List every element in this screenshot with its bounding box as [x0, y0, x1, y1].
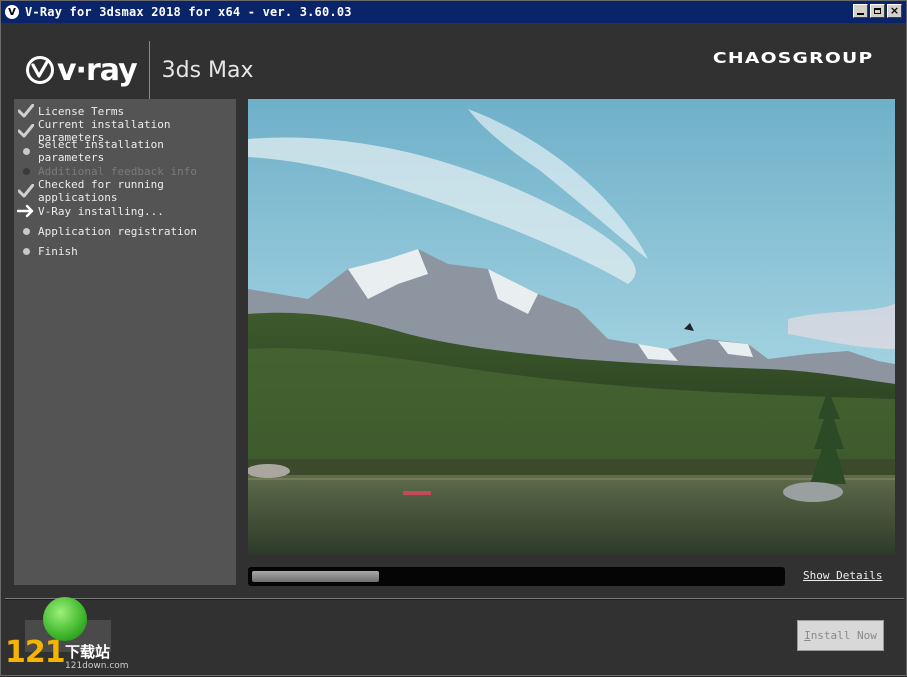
checkmark-icon — [14, 184, 38, 198]
title-bar[interactable]: V V-Ray for 3dsmax 2018 for x64 - ver. 3… — [1, 1, 906, 23]
install-progress-bar — [248, 567, 785, 586]
watermark-number: 121 — [5, 635, 66, 670]
install-label: nstall Now — [810, 629, 877, 642]
installer-window: V V-Ray for 3dsmax 2018 for x64 - ver. 3… — [0, 0, 907, 676]
step-label: Additional feedback info — [38, 164, 197, 178]
close-icon: × — [889, 4, 900, 17]
watermark-url: 121down.com — [65, 661, 129, 671]
install-accelerator: I — [804, 629, 811, 642]
splash-image — [248, 99, 895, 555]
site-watermark: 121 下载站 121down.com — [1, 595, 141, 677]
bullet-icon — [14, 227, 38, 235]
bullet-dot — [22, 167, 30, 175]
bullet-icon — [14, 167, 38, 175]
vray-icon: V — [5, 5, 19, 19]
step-item: V-Ray installing... — [14, 201, 236, 221]
product-name: 3ds Max — [161, 57, 254, 83]
vray-brand-text: v·ray — [57, 52, 138, 88]
watermark-cn: 下载站 — [65, 643, 111, 661]
step-item: Application registration — [14, 221, 236, 241]
checkmark-icon — [14, 124, 38, 138]
show-details-link[interactable]: Show Details — [803, 569, 882, 582]
step-label: Select installation parameters — [38, 138, 164, 164]
logo-divider — [148, 41, 150, 99]
step-item: Checked for running applications — [14, 178, 236, 204]
step-label: Finish — [38, 244, 78, 258]
step-label: Application registration — [38, 224, 197, 238]
step-item: Select installation parameters — [14, 138, 236, 164]
mountain-lake-illustration — [248, 99, 895, 555]
progress-fill — [252, 571, 379, 582]
step-label: V-Ray installing... — [38, 204, 164, 218]
install-now-button[interactable]: Install Now — [797, 620, 884, 651]
installation-steps-panel: License Terms Current installation parame… — [14, 99, 236, 585]
bullet-dot — [22, 247, 30, 255]
bullet-dot — [22, 147, 30, 155]
minimize-button[interactable] — [853, 4, 868, 18]
window-title: V-Ray for 3dsmax 2018 for x64 - ver. 3.6… — [25, 5, 352, 19]
window-controls: × — [853, 4, 902, 18]
bullet-icon — [14, 247, 38, 255]
vray-logo-icon — [26, 56, 54, 84]
step-label: Checked for running applications — [38, 178, 164, 204]
arrow-right-icon — [14, 204, 38, 218]
checkmark-icon — [14, 104, 38, 118]
chaosgroup-logo: CHAOSGROUP — [713, 49, 874, 67]
vray-logo: v·ray 3ds Max — [25, 41, 254, 99]
header-banner: v·ray 3ds Max CHAOSGROUP — [1, 23, 906, 99]
maximize-icon — [874, 8, 881, 14]
close-button[interactable]: × — [887, 4, 902, 18]
step-item: Finish — [14, 241, 236, 261]
step-label: License Terms — [38, 104, 125, 118]
bullet-dot — [22, 227, 30, 235]
bullet-icon — [14, 147, 38, 155]
maximize-button[interactable] — [870, 4, 885, 18]
minimize-icon — [857, 13, 864, 15]
